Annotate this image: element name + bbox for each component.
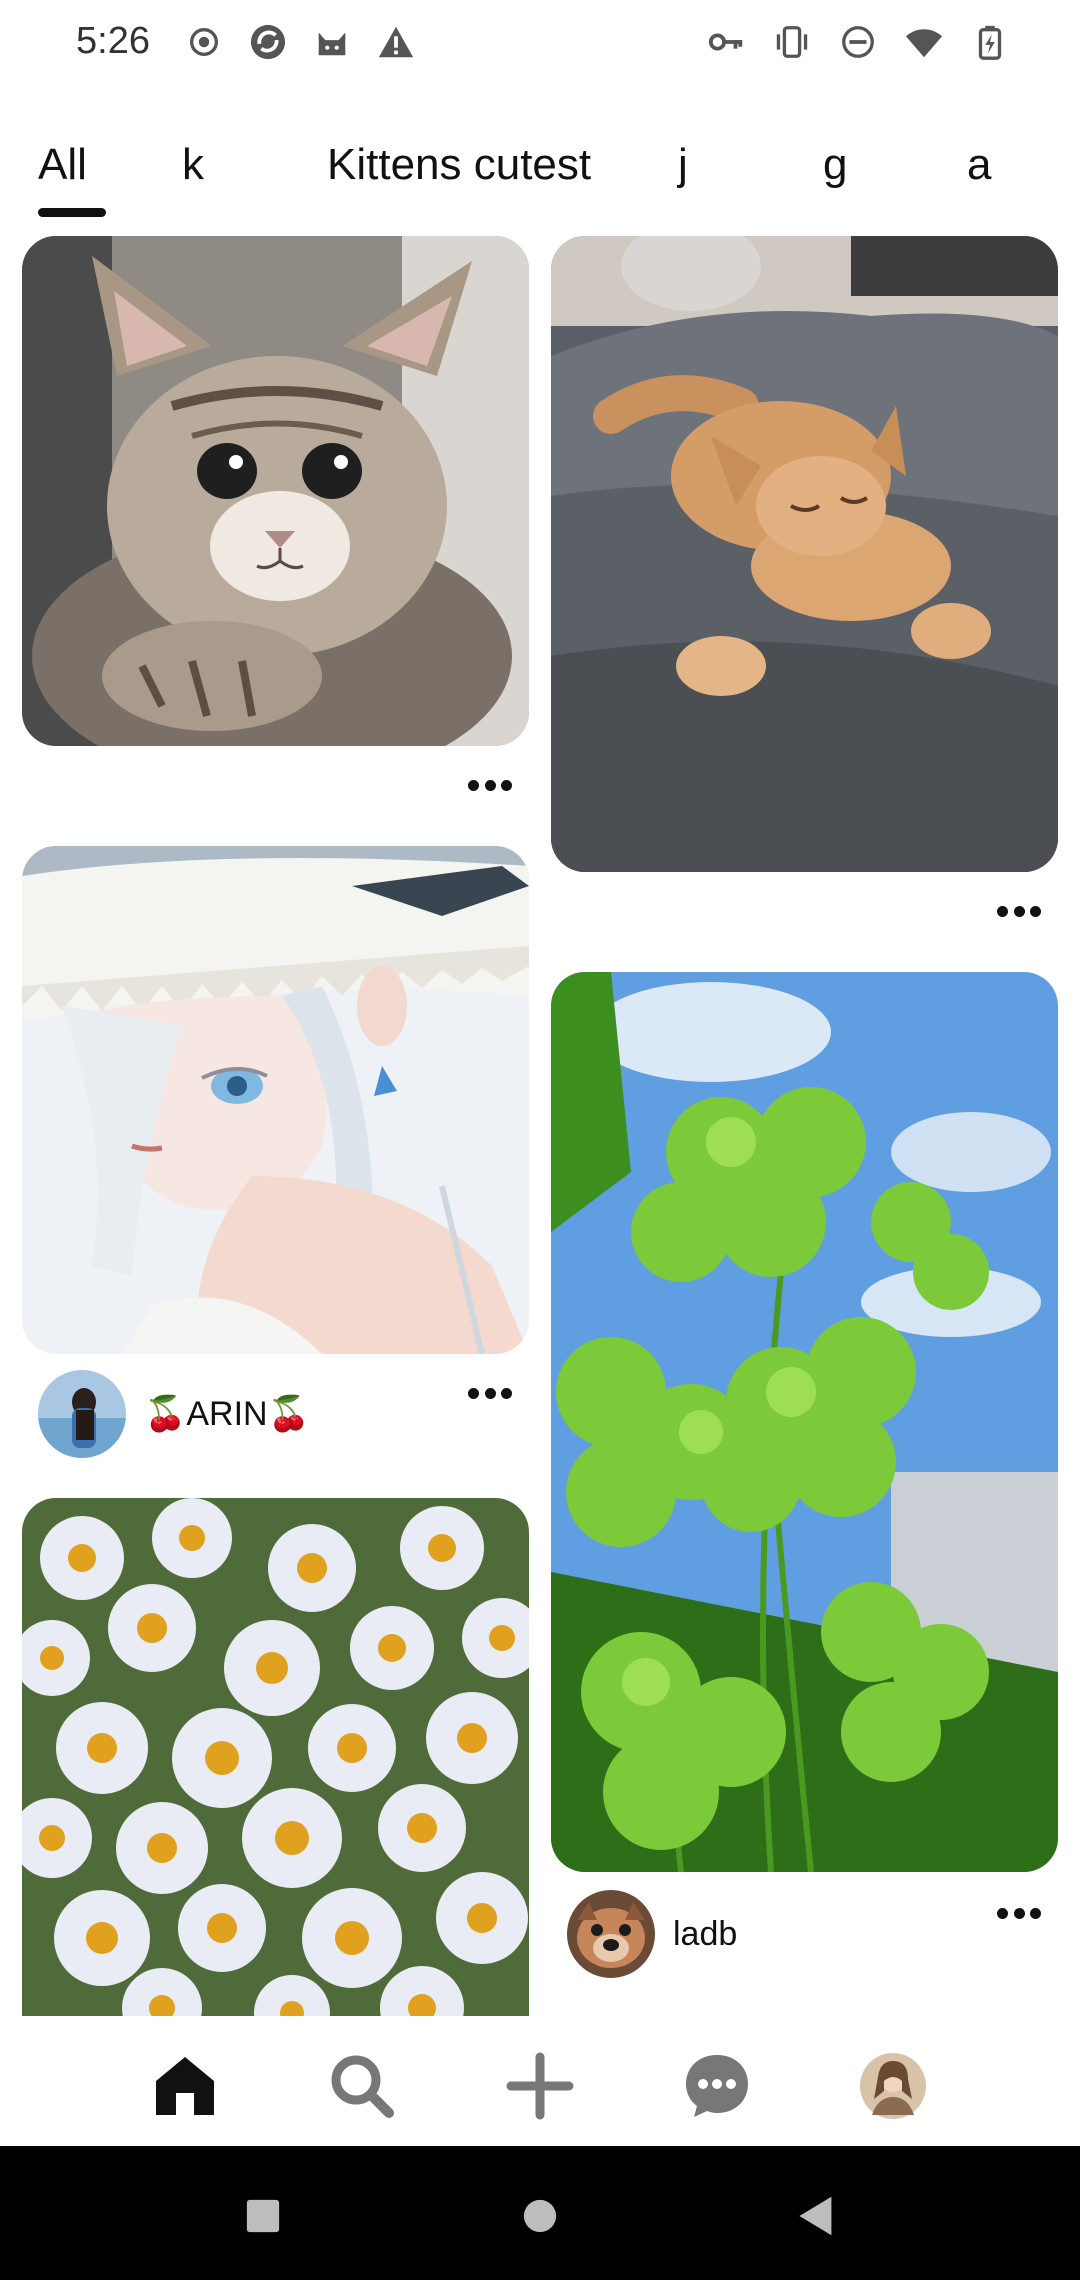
tab-all[interactable]: All (38, 140, 87, 212)
pin-author-arin[interactable]: 🍒ARIN🍒 (38, 1370, 310, 1458)
vpn-key-icon (706, 22, 746, 62)
pin-sleeping-cat[interactable] (551, 236, 1058, 872)
create-icon[interactable] (500, 2046, 580, 2126)
dog-face-avatar (567, 1890, 655, 1978)
tab-kittens-cutest[interactable]: Kittens cutest (327, 140, 591, 212)
girl-at-beach-avatar (38, 1370, 126, 1458)
anime-girl-straw-hat-illustration (22, 846, 529, 1354)
pin-options-button[interactable] (460, 1378, 520, 1408)
tab-a[interactable]: a (967, 140, 991, 212)
pin-anime-girl[interactable] (22, 846, 529, 1354)
four-leaf-clover-photo (551, 972, 1058, 1872)
pin-daisies[interactable] (22, 1498, 529, 2018)
record-icon (184, 22, 224, 62)
tab-j[interactable]: j (678, 140, 688, 212)
system-navigation-bar (0, 2146, 1080, 2280)
author-name: 🍒ARIN🍒 (144, 1395, 310, 1433)
pinterest-home-screen: 5:26 All k Kittens cutest j g a 🍒ARIN🍒 l… (0, 0, 1080, 2280)
pin-options-button[interactable] (460, 770, 520, 800)
status-icons-right (706, 22, 1010, 62)
daisies-field-photo (22, 1498, 529, 2018)
selected-tab-indicator (38, 208, 106, 217)
home-icon[interactable] (145, 2046, 225, 2126)
status-bar: 5:26 (0, 0, 1080, 88)
bottom-navigation (0, 2016, 1080, 2146)
wifi-icon (904, 22, 944, 62)
vibrate-icon (772, 22, 812, 62)
kitten-closeup-photo (22, 236, 529, 746)
profile-avatar[interactable] (853, 2046, 933, 2126)
status-icons-left (184, 22, 416, 62)
pin-clover[interactable] (551, 972, 1058, 1872)
board-tabs: All k Kittens cutest j g a (0, 140, 1080, 220)
sleeping-orange-cat-photo (551, 236, 1058, 872)
home-circle-icon[interactable] (510, 2186, 570, 2246)
author-name: ladb (673, 1914, 738, 1953)
messages-icon[interactable] (677, 2046, 757, 2126)
sync-app-icon (248, 22, 288, 62)
back-triangle-icon[interactable] (787, 2186, 847, 2246)
pin-kitten[interactable] (22, 236, 529, 746)
status-time: 5:26 (76, 20, 150, 62)
pin-options-button[interactable] (989, 896, 1049, 926)
pin-author-ladb[interactable]: ladb (567, 1890, 737, 1978)
do-not-disturb-icon (838, 22, 878, 62)
pin-options-button[interactable] (989, 1898, 1049, 1928)
cat-app-icon (312, 22, 352, 62)
recents-square-icon[interactable] (233, 2186, 293, 2246)
tab-g[interactable]: g (823, 140, 847, 212)
battery-charging-icon (970, 22, 1010, 62)
search-icon[interactable] (322, 2046, 402, 2126)
warning-icon (376, 22, 416, 62)
tab-k[interactable]: k (182, 140, 204, 212)
